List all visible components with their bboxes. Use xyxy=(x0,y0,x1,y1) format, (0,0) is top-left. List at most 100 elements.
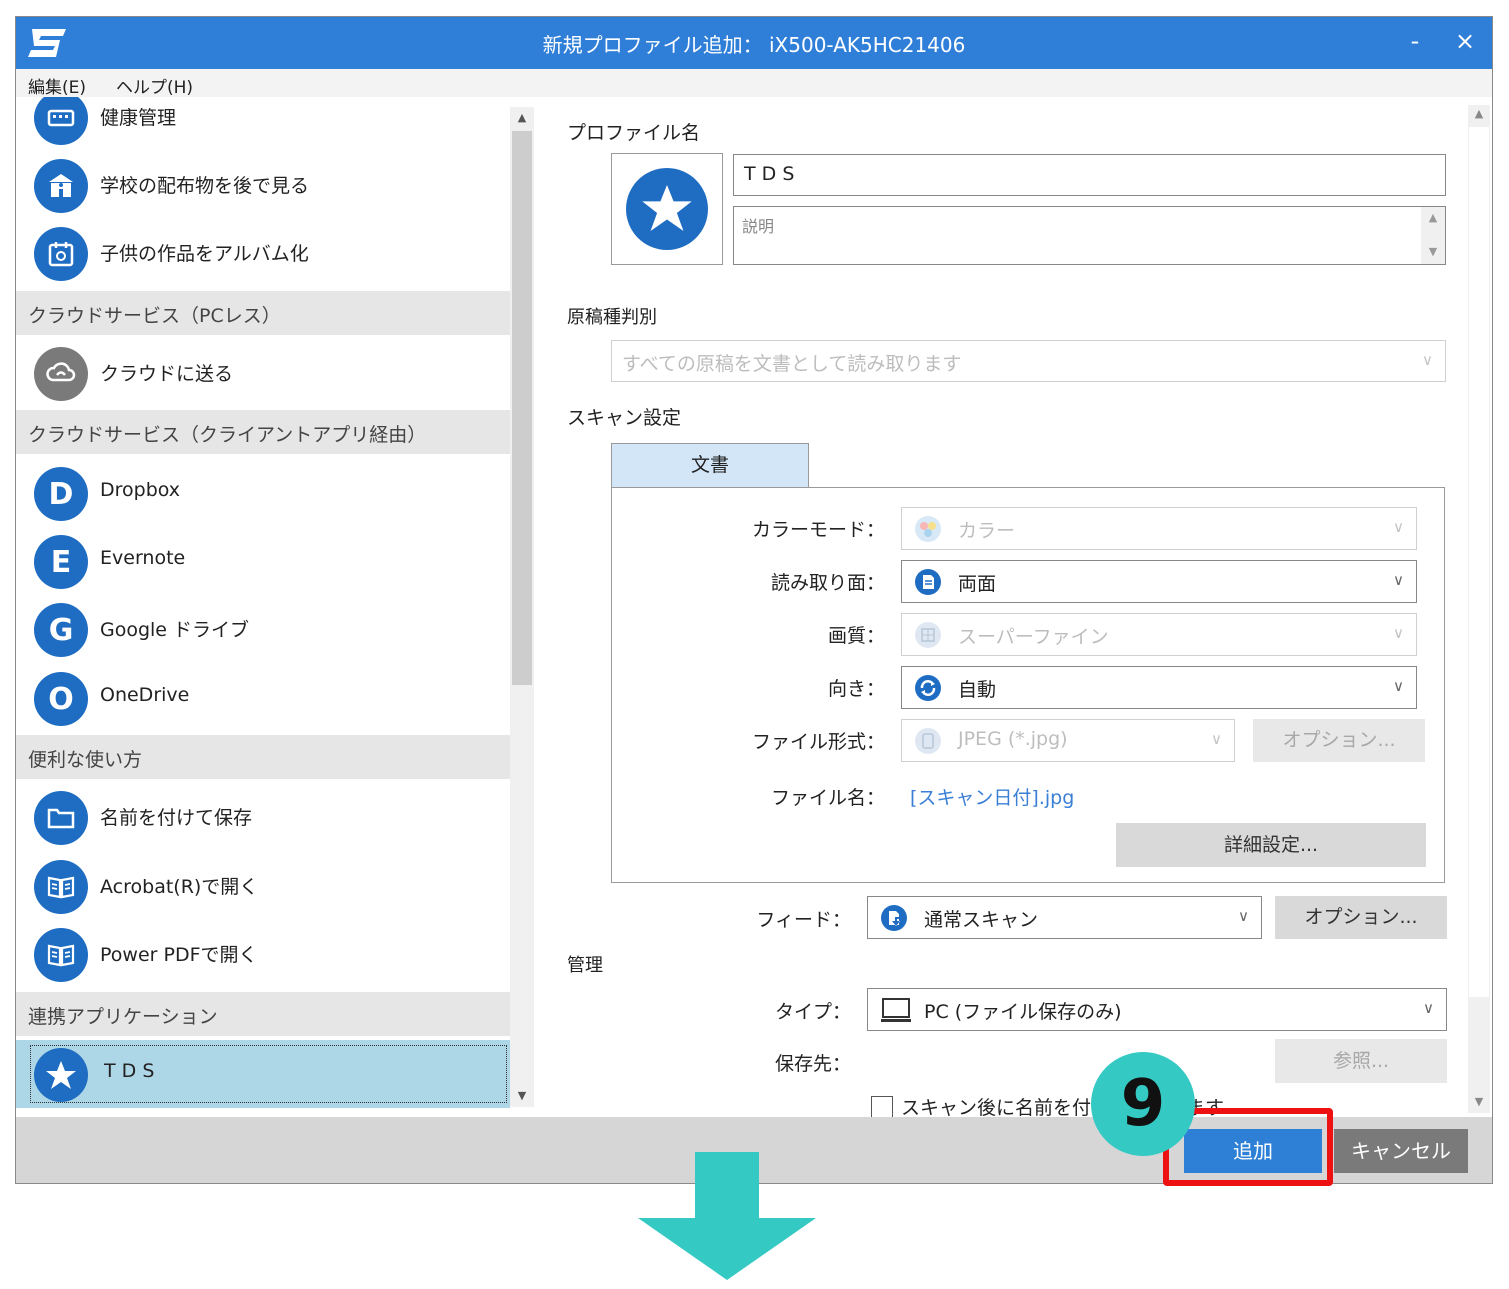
minimize-button[interactable]: - xyxy=(1398,25,1432,57)
duplex-page-icon xyxy=(915,569,941,595)
quality-grid-icon xyxy=(915,622,941,648)
sidebar-item-save-as[interactable]: 名前を付けて保存 xyxy=(16,783,510,851)
sidebar-category-header: クラウドサービス（PCレス） xyxy=(16,291,510,335)
chevron-down-icon: ∨ xyxy=(1393,624,1404,642)
chevron-down-icon: ∨ xyxy=(1423,999,1434,1017)
profile-name-section-title: プロファイル名 xyxy=(567,122,701,144)
onedrive-icon: O xyxy=(34,672,88,726)
sidebar-category-header: クラウドサービス（クライアントアプリ経由） xyxy=(16,410,510,454)
chevron-down-icon: ∨ xyxy=(1393,518,1404,536)
sidebar-item-label: 名前を付けて保存 xyxy=(100,807,253,829)
sidebar-item-album[interactable]: 子供の作品をアルバム化 xyxy=(16,219,510,287)
profile-icon-picker[interactable] xyxy=(611,153,723,265)
scroll-down-arrow-icon[interactable]: ▼ xyxy=(1468,1095,1490,1108)
settings-scroll-thumb[interactable] xyxy=(1469,127,1489,997)
app-window: 新規プロファイル追加： iX500-AK5HC21406 - × 編集(E) ヘ… xyxy=(15,16,1493,1184)
management-section-title: 管理 xyxy=(567,955,603,976)
sidebar-item-health[interactable]: 健康管理 xyxy=(16,97,510,151)
sidebar-item-label: Acrobat(R)で開く xyxy=(100,876,259,898)
sidebar-item-tds[interactable]: T D S xyxy=(16,1040,510,1108)
keyboard-icon xyxy=(34,97,88,145)
sidebar-item-label: 子供の作品をアルバム化 xyxy=(100,243,309,265)
star-icon xyxy=(34,1048,88,1102)
quality-value: スーパーファイン xyxy=(958,626,1109,648)
sidebar-item-cloud-send[interactable]: クラウドに送る xyxy=(16,339,510,407)
tab-document[interactable]: 文書 xyxy=(611,443,809,488)
sidebar-item-label: 健康管理 xyxy=(100,107,177,129)
scan-side-value: 両面 xyxy=(958,573,997,595)
chevron-down-icon: ∨ xyxy=(1422,351,1433,369)
cancel-button[interactable]: キャンセル xyxy=(1334,1129,1468,1173)
dropbox-icon: D xyxy=(34,467,88,521)
sidebar-item-school[interactable]: 学校の配布物を後で見る xyxy=(16,151,510,219)
scroll-up-arrow-icon[interactable]: ▲ xyxy=(1421,211,1445,224)
file-format-select[interactable]: JPEG (*.jpg) ∨ xyxy=(901,719,1235,762)
file-name-link[interactable]: [スキャン日付].jpg xyxy=(910,783,1074,810)
description-placeholder: 説明 xyxy=(742,217,775,236)
feed-option-button[interactable]: オプション... xyxy=(1275,896,1447,939)
menu-bar: 編集(E) ヘルプ(H) xyxy=(16,69,1492,98)
book-icon xyxy=(34,860,88,914)
sidebar-item-google-drive[interactable]: G Google ドライブ xyxy=(16,595,510,663)
scroll-up-arrow-icon[interactable]: ▲ xyxy=(510,111,534,124)
profile-settings-panel: プロファイル名 T D S 説明 ▲ ▼ 原稿種判別 すべての原稿を文書として読… xyxy=(541,97,1467,1119)
sidebar-item-label: T D S xyxy=(104,1060,155,1082)
sidebar-scroll-thumb[interactable] xyxy=(512,131,532,685)
sidebar-item-onedrive[interactable]: O OneDrive xyxy=(16,664,510,732)
rename-after-scan-checkbox[interactable] xyxy=(871,1096,893,1118)
pc-monitor-icon xyxy=(881,998,911,1022)
orientation-label: 向き： xyxy=(827,678,885,700)
description-scrollbar[interactable]: ▲ ▼ xyxy=(1421,207,1445,264)
menu-help[interactable]: ヘルプ(H) xyxy=(116,73,193,98)
sidebar-item-label: Evernote xyxy=(100,547,186,569)
feed-label: フィード： xyxy=(756,909,851,931)
scroll-up-arrow-icon[interactable]: ▲ xyxy=(1468,107,1490,120)
sidebar-item-dropbox[interactable]: D Dropbox xyxy=(16,459,510,527)
color-mode-label: カラーモード： xyxy=(751,519,885,541)
sidebar-item-label: OneDrive xyxy=(100,684,190,706)
orientation-value: 自動 xyxy=(958,679,997,701)
type-select[interactable]: PC (ファイル保存のみ) ∨ xyxy=(867,988,1447,1031)
doc-type-value: すべての原稿を文書として読み取ります xyxy=(622,353,962,375)
scan-side-label: 読み取り面： xyxy=(770,572,885,594)
menu-edit[interactable]: 編集(E) xyxy=(28,73,86,98)
sidebar-item-acrobat[interactable]: Acrobat(R)で開く xyxy=(16,852,510,920)
google-drive-icon: G xyxy=(34,603,88,657)
window-title: 新規プロファイル追加： iX500-AK5HC21406 xyxy=(542,33,966,57)
profile-name-input[interactable]: T D S xyxy=(733,154,1446,196)
sidebar-item-power-pdf[interactable]: Power PDFで開く xyxy=(16,920,510,988)
settings-scrollbar[interactable]: ▲ ▼ xyxy=(1468,105,1490,1113)
feed-select[interactable]: 通常スキャン ∨ xyxy=(867,896,1262,939)
sidebar-item-label: Google ドライブ xyxy=(100,619,250,641)
sidebar-item-label: クラウドに送る xyxy=(100,363,234,385)
orientation-select[interactable]: 自動 ∨ xyxy=(901,666,1417,709)
sidebar-item-label: Dropbox xyxy=(100,479,181,501)
chevron-down-icon: ∨ xyxy=(1238,907,1249,925)
scan-side-select[interactable]: 両面 ∨ xyxy=(901,560,1417,603)
type-label: タイプ： xyxy=(774,1001,851,1023)
sidebar-scrollbar[interactable]: ▲ ▼ xyxy=(510,107,534,1107)
feed-icon xyxy=(881,905,907,931)
browse-button[interactable]: 参照... xyxy=(1275,1039,1447,1083)
scroll-down-arrow-icon[interactable]: ▼ xyxy=(1421,245,1445,258)
down-arrow-icon xyxy=(638,1152,816,1280)
sidebar-item-label: 学校の配布物を後で見る xyxy=(100,175,310,197)
sidebar-item-evernote[interactable]: E Evernote xyxy=(16,527,510,595)
auto-rotate-icon xyxy=(915,675,941,701)
doc-type-select[interactable]: すべての原稿を文書として読み取ります ∨ xyxy=(611,340,1446,382)
file-format-label: ファイル形式： xyxy=(751,731,885,753)
color-mode-select[interactable]: カラー ∨ xyxy=(901,507,1417,550)
scroll-down-arrow-icon[interactable]: ▼ xyxy=(510,1089,534,1102)
file-format-option-button[interactable]: オプション... xyxy=(1253,719,1425,762)
album-icon xyxy=(34,227,88,281)
sidebar-category-label: クラウドサービス（PCレス） xyxy=(28,305,281,327)
book-icon xyxy=(34,928,88,982)
profile-description-input[interactable]: 説明 ▲ ▼ xyxy=(733,206,1446,265)
chevron-down-icon: ∨ xyxy=(1393,677,1404,695)
sidebar-category-header: 便利な使い方 xyxy=(16,735,510,779)
quality-select[interactable]: スーパーファイン ∨ xyxy=(901,613,1417,656)
detail-settings-button[interactable]: 詳細設定... xyxy=(1116,823,1426,867)
close-button[interactable]: × xyxy=(1448,25,1482,57)
focus-rectangle xyxy=(30,1045,507,1103)
folder-icon xyxy=(34,791,88,845)
